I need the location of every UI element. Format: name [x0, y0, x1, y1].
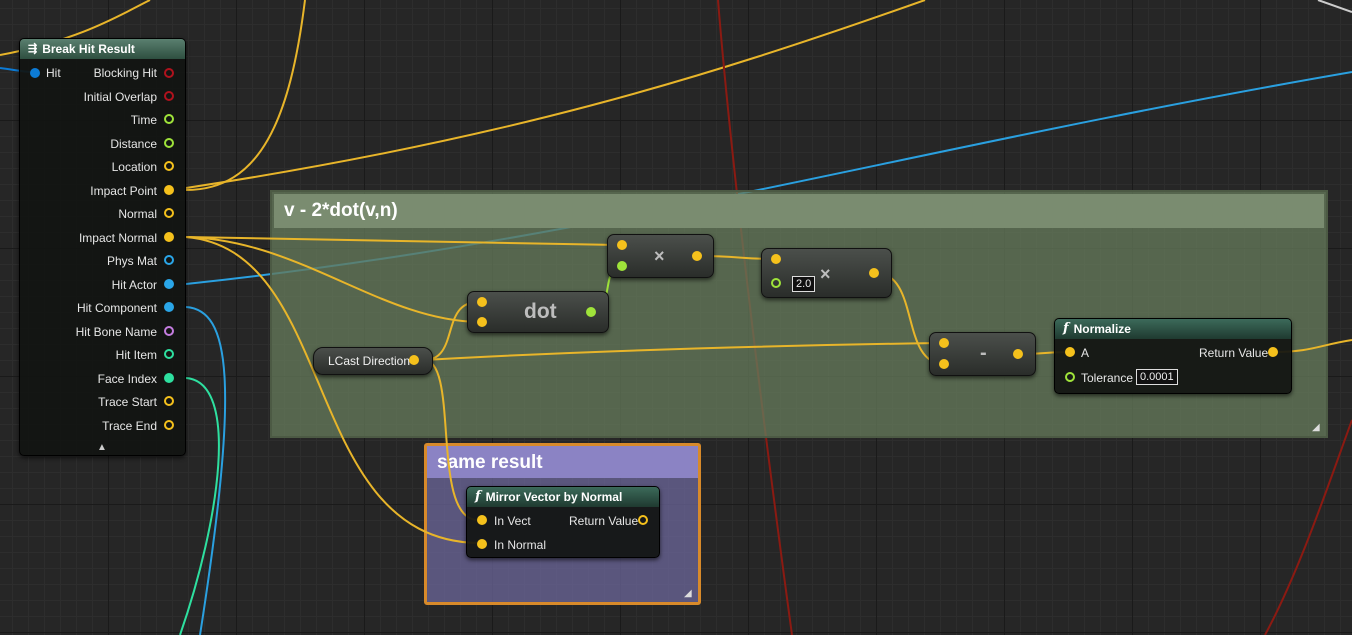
- initial-overlap-pin[interactable]: [164, 91, 174, 101]
- wire-normal-to-mirror: [185, 236, 479, 544]
- normalize-a-label: A: [1081, 346, 1090, 360]
- normalize-title: Normalize: [1073, 322, 1131, 336]
- output-label: Distance: [110, 137, 157, 151]
- normalize-return-label: Return Value: [1199, 346, 1269, 360]
- mirror-output-pin[interactable]: [638, 515, 648, 525]
- output-label: Initial Overlap: [83, 90, 157, 104]
- normal-pin[interactable]: [164, 208, 174, 218]
- mirror-in-vect-pin[interactable]: [477, 515, 487, 525]
- hit-input-label: Hit: [46, 66, 61, 80]
- normalize-tolerance-pin[interactable]: [1065, 372, 1075, 382]
- hit-bone-name-pin[interactable]: [164, 326, 174, 336]
- lcast-output-pin[interactable]: [409, 355, 419, 365]
- trace-start-pin[interactable]: [164, 396, 174, 406]
- output-label: Phys Mat: [106, 254, 157, 268]
- output-label: Normal: [118, 207, 157, 221]
- multiply-1-label: ×: [654, 246, 665, 266]
- output-label: Location: [111, 160, 157, 174]
- subtract-label: -: [980, 342, 987, 364]
- location-pin[interactable]: [164, 161, 174, 171]
- output-label: Trace Start: [98, 395, 157, 409]
- output-label: Hit Bone Name: [75, 325, 157, 339]
- output-label: Blocking Hit: [93, 66, 157, 80]
- lcast-direction-label: LCast Direction: [328, 354, 411, 368]
- function-icon: f: [1063, 321, 1069, 336]
- multiply-2-output-pin[interactable]: [869, 268, 879, 278]
- output-label: Hit Component: [76, 301, 157, 315]
- normalize-tolerance-label: Tolerance: [1081, 371, 1134, 385]
- hit-item-pin[interactable]: [164, 349, 174, 359]
- mirror-vector-header[interactable]: f Mirror Vector by Normal: [467, 487, 659, 507]
- mirror-vector-title: Mirror Vector by Normal: [485, 490, 623, 504]
- dot-output-pin[interactable]: [586, 307, 596, 317]
- dot-label: dot: [524, 300, 557, 323]
- multiply-2-value-field[interactable]: 2.0: [792, 276, 816, 292]
- distance-pin[interactable]: [164, 138, 174, 148]
- impact-point-pin[interactable]: [164, 185, 174, 195]
- subtract-input-a-pin[interactable]: [939, 338, 949, 348]
- impact-normal-pin[interactable]: [164, 232, 174, 242]
- triangle-up-icon[interactable]: ▲: [97, 442, 107, 453]
- break-struct-icon: ⇶: [28, 43, 38, 55]
- phys-mat-pin[interactable]: [164, 255, 174, 265]
- subtract-output-pin[interactable]: [1013, 349, 1023, 359]
- wire-lcast-to-sub: [423, 342, 941, 361]
- hit-actor-pin[interactable]: [164, 279, 174, 289]
- dot-input-a-pin[interactable]: [477, 297, 487, 307]
- face-index-pin[interactable]: [164, 373, 174, 383]
- subtract-input-b-pin[interactable]: [939, 359, 949, 369]
- break-hit-result-header[interactable]: ⇶ Break Hit Result: [20, 39, 185, 59]
- break-hit-result-title: Break Hit Result: [42, 42, 135, 56]
- normalize-header[interactable]: f Normalize: [1055, 319, 1291, 339]
- mirror-in-normal-label: In Normal: [494, 538, 547, 552]
- multiply-2-input-a-pin[interactable]: [771, 254, 781, 264]
- normalize-tolerance-field[interactable]: 0.0001: [1136, 369, 1178, 385]
- multiply-2-label: ×: [820, 264, 831, 284]
- output-label: Hit Actor: [111, 278, 157, 292]
- function-icon: f: [475, 489, 481, 504]
- multiply-2-input-b-pin[interactable]: [771, 278, 781, 288]
- normalize-output-pin[interactable]: [1268, 347, 1278, 357]
- trace-end-pin[interactable]: [164, 420, 174, 430]
- output-label: Impact Point: [90, 184, 157, 198]
- mirror-return-label: Return Value: [569, 514, 639, 528]
- time-pin[interactable]: [164, 114, 174, 124]
- hit-component-pin[interactable]: [164, 302, 174, 312]
- multiply-1-input-b-pin[interactable]: [617, 261, 627, 271]
- wire-normal-to-mult1: [185, 236, 619, 246]
- output-label: Hit Item: [115, 348, 157, 362]
- blocking-hit-pin[interactable]: [164, 68, 174, 78]
- normalize-input-a-pin[interactable]: [1065, 347, 1075, 357]
- multiply-1-output-pin[interactable]: [692, 251, 702, 261]
- hit-input-pin[interactable]: [30, 68, 40, 78]
- output-label: Face Index: [97, 372, 157, 386]
- output-label: Trace End: [102, 419, 157, 433]
- mirror-in-normal-pin[interactable]: [477, 539, 487, 549]
- dot-input-b-pin[interactable]: [477, 317, 487, 327]
- multiply-1-input-a-pin[interactable]: [617, 240, 627, 250]
- output-label: Impact Normal: [78, 231, 157, 245]
- mirror-in-vect-label: In Vect: [494, 514, 531, 528]
- output-label: Time: [130, 113, 157, 127]
